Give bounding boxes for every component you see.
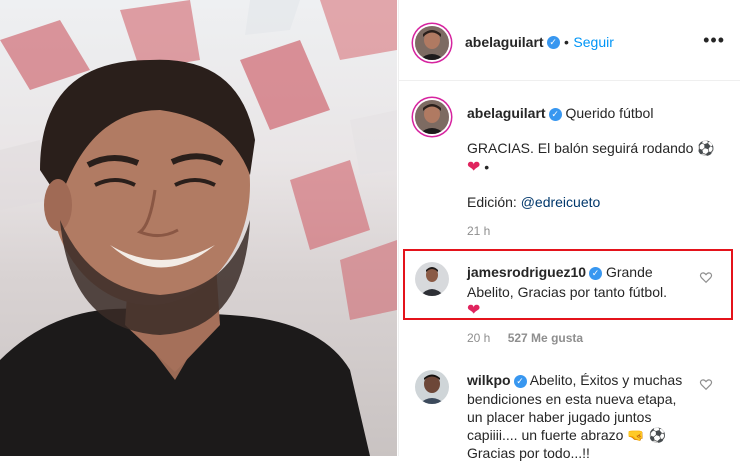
caption-time: 21 h (467, 224, 491, 238)
post-header: abelaguilart ✓ • Seguir ••• (399, 0, 740, 81)
header-userline: abelaguilart ✓ • Seguir (465, 34, 614, 52)
post-photo (0, 0, 397, 456)
follow-separator: • (564, 34, 569, 50)
edition-prefix: Edición: (467, 194, 517, 210)
comment-likes[interactable]: 527 Me gusta (508, 331, 583, 345)
caption-text-1: Querido fútbol (565, 105, 654, 121)
verified-badge-icon: ✓ (513, 374, 527, 388)
caption-avatar[interactable] (415, 100, 449, 134)
comment-2-line5: Gracias por todo...!! (467, 445, 590, 461)
author-avatar[interactable] (415, 26, 449, 60)
comment-2-line4: capiiii.... un fuerte abrazo 🤜 ⚽ (467, 425, 666, 445)
edition-link[interactable]: @edreicueto (521, 194, 601, 210)
caption-line3: ❤ • (467, 157, 489, 178)
verified-badge-icon: ✓ (548, 107, 562, 121)
comment-username[interactable]: wilkpo (467, 372, 511, 388)
more-options-icon[interactable]: ••• (703, 30, 725, 51)
avatar-image (415, 370, 449, 404)
like-heart-icon[interactable] (699, 377, 713, 391)
verified-badge-icon: ✓ (546, 36, 560, 50)
comment-text: Abelito, Éxitos y muchas (529, 372, 683, 388)
heart-icon: ❤ (467, 159, 481, 176)
caption-line1: abelaguilart ✓ Querido fútbol (467, 103, 653, 123)
caption-edition: Edición: @edreicueto (467, 192, 600, 212)
comment-2-line2: bendiciones en esta nueva etapa, (467, 391, 677, 407)
comment-text: capiiii.... un fuerte abrazo (467, 427, 624, 443)
follow-button[interactable]: Seguir (573, 34, 613, 50)
fist-icon: 🤜 (627, 427, 645, 443)
comment-1-meta: 20 h 527 Me gusta (467, 331, 583, 345)
comment-time: 20 h (467, 331, 491, 345)
author-username[interactable]: abelaguilart (465, 34, 544, 50)
caption-username[interactable]: abelaguilart (467, 105, 546, 121)
comment-2-line1: wilkpo ✓ Abelito, Éxitos y muchas (467, 370, 682, 390)
caption-text-3: • (484, 159, 490, 175)
comments-panel: abelaguilart ✓ • Seguir ••• abelaguilart ✓… (398, 0, 740, 461)
caption-line2: GRACIAS. El balón seguirá rodando ⚽ (467, 138, 715, 158)
comment-avatar[interactable] (415, 370, 449, 404)
soccer-ball-icon: ⚽ (697, 140, 715, 156)
soccer-ball-icon: ⚽ (648, 427, 667, 443)
avatar-image (415, 100, 449, 134)
comment-highlight-box (403, 249, 733, 320)
portrait-illustration (0, 0, 397, 456)
comment-2-line3: un placer haber jugado juntos (467, 409, 652, 425)
caption-text-2: GRACIAS. El balón seguirá rodando (467, 140, 694, 156)
avatar-image (415, 26, 449, 60)
